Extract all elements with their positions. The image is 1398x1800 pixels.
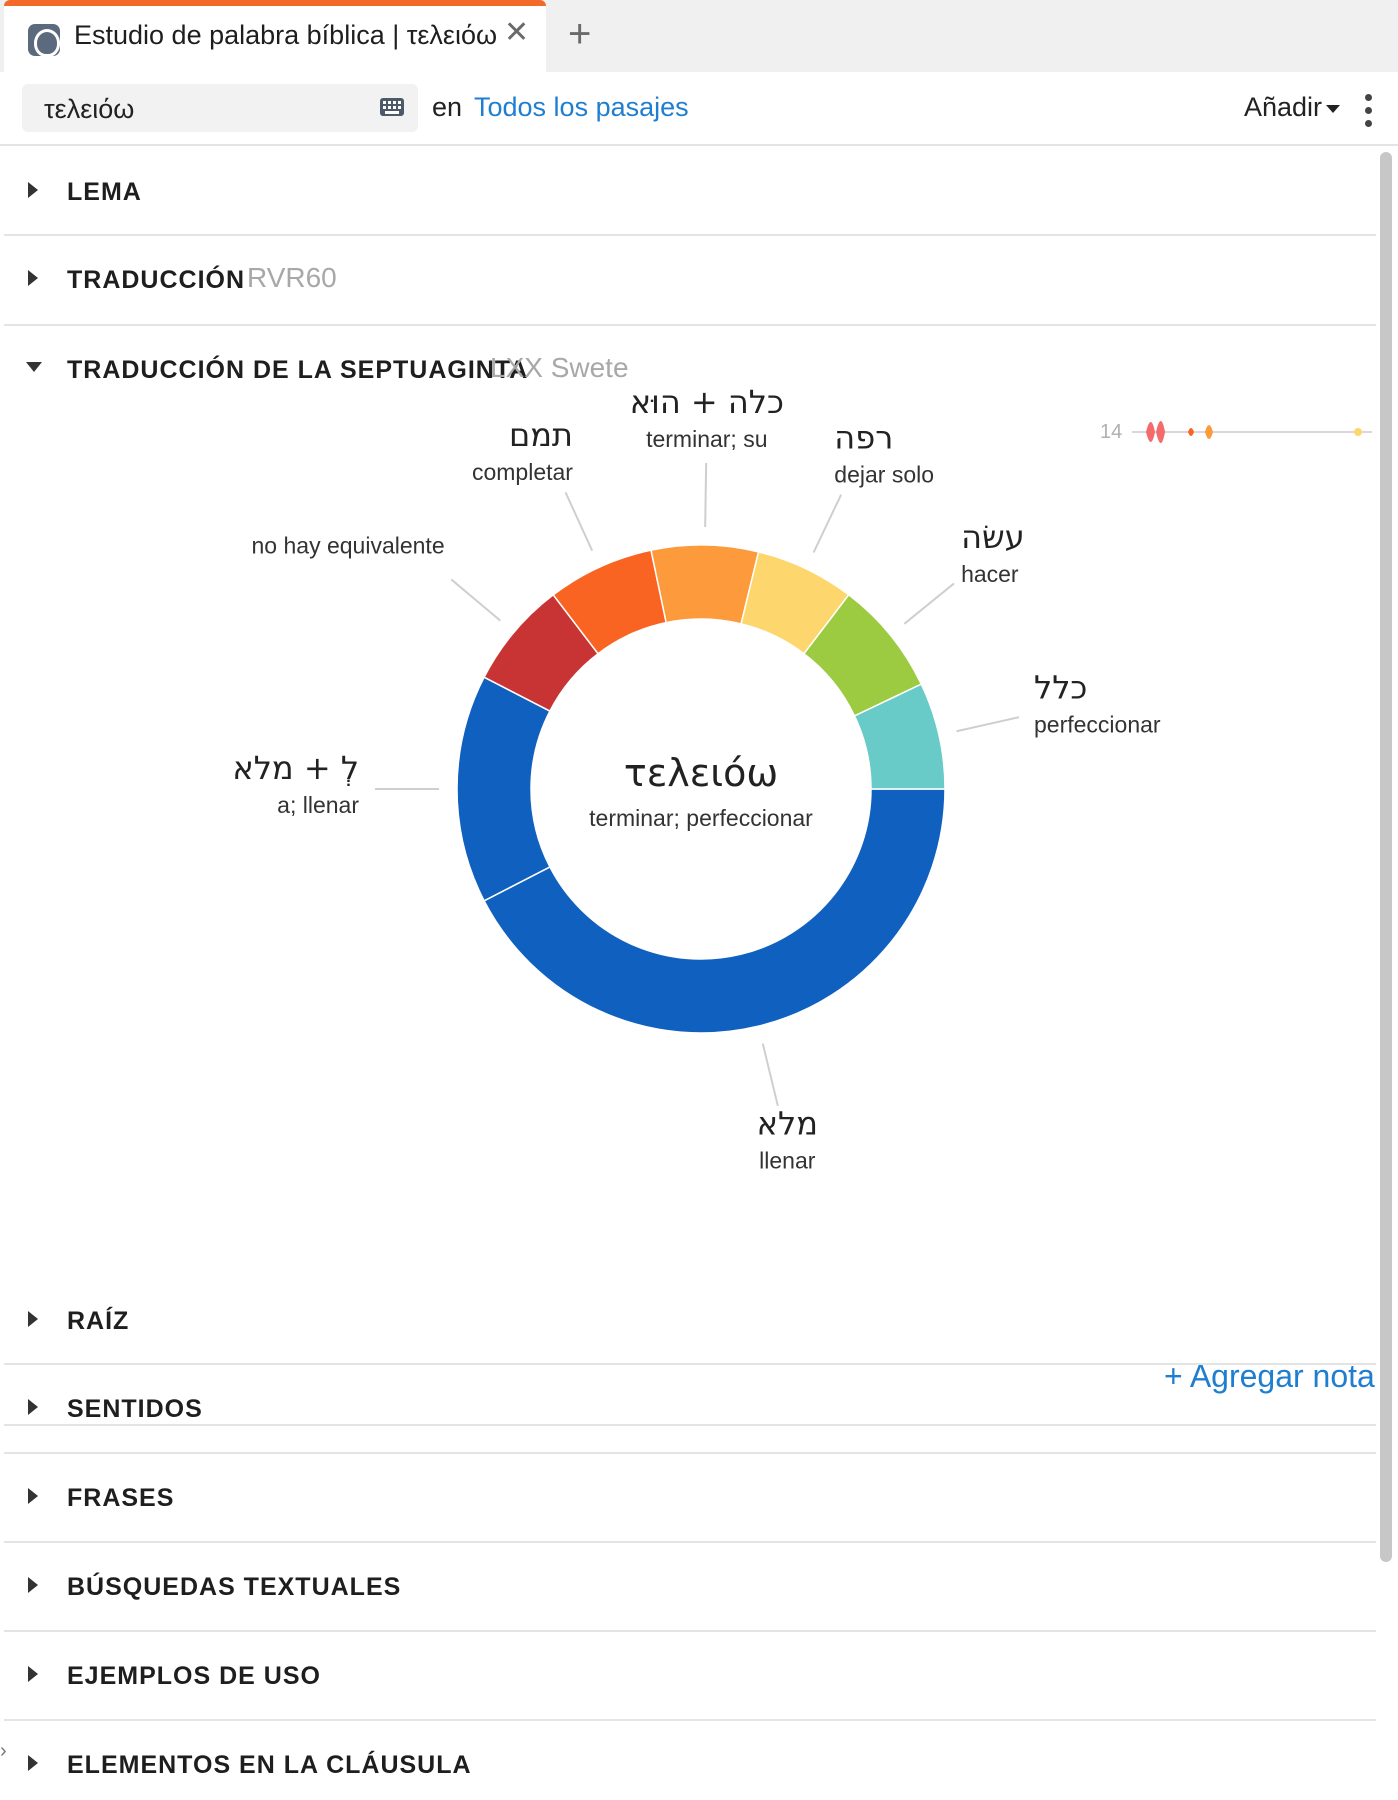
- slice-leader-line: [704, 463, 708, 528]
- more-options-icon[interactable]: [1364, 94, 1372, 128]
- active-tab[interactable]: Estudio de palabra bíblica | τελειόω ✕: [4, 0, 546, 72]
- septuagint-donut-chart: 14 מלא llenar לְ + מלא a; llenar no hay equi…: [232, 383, 1372, 1174]
- slice-gloss-label: perfeccionar: [1034, 711, 1161, 737]
- mini-timeline-peak: [1146, 422, 1155, 442]
- section-frases[interactable]: FRASES: [4, 1454, 1376, 1543]
- expand-arrow-icon: [28, 182, 38, 198]
- slice-gloss-label: hacer: [961, 561, 1019, 587]
- section-ejemplos[interactable]: EJEMPLOS DE USO: [4, 1632, 1376, 1721]
- section-septuaginta: TRADUCCIÓN DE LA SEPTUAGINTA LXX Swete 1…: [4, 326, 1376, 1426]
- center-word: τελειόω: [624, 751, 778, 795]
- mini-timeline-point: [1354, 428, 1362, 436]
- expand-arrow-icon: [28, 1577, 38, 1593]
- slice-gloss-label: a; llenar: [277, 792, 359, 818]
- section-title: SENTIDOS: [67, 1395, 203, 1423]
- word-study-icon: [28, 24, 60, 57]
- section-busquedas[interactable]: BÚSQUEDAS TEXTUALES: [4, 1543, 1376, 1632]
- section-lema[interactable]: LEMA: [4, 146, 1376, 236]
- section-raiz[interactable]: RAÍZ: [4, 1275, 1376, 1365]
- mini-timeline-peak: [1156, 421, 1165, 443]
- slice-leader-line: [903, 582, 955, 625]
- vertical-scrollbar[interactable]: [1378, 150, 1394, 1800]
- expand-arrow-icon: [28, 1399, 38, 1415]
- add-menu-button[interactable]: Añadir: [1244, 92, 1341, 123]
- expand-arrow-icon: [28, 1311, 38, 1327]
- passages-scope-link[interactable]: Todos los pasajes: [474, 92, 689, 123]
- expand-arrow-icon: [28, 270, 38, 286]
- caret-down-icon: [1326, 104, 1341, 113]
- slice-word-label: תמם: [509, 416, 573, 454]
- content-panel: LEMA TRADUCCIÓN RVR60 TRADUCCIÓN DE LA S…: [4, 146, 1376, 1800]
- slice-gloss-label: terminar; su: [646, 426, 767, 452]
- slice-gloss-label: dejar solo: [834, 462, 934, 488]
- donut-slice[interactable]: [650, 544, 760, 625]
- section-title: BÚSQUEDAS TEXTUALES: [67, 1573, 402, 1601]
- expand-arrow-icon: [28, 1666, 38, 1682]
- slice-leader-line: [450, 578, 501, 622]
- search-input[interactable]: τελειόω: [22, 84, 418, 132]
- mini-timeline-label: 14: [1100, 421, 1122, 443]
- slice-gloss-label: completar: [472, 459, 573, 485]
- keyboard-icon[interactable]: [380, 98, 404, 116]
- center-gloss: terminar; perfeccionar: [589, 805, 813, 831]
- slice-leader-line: [564, 492, 594, 552]
- search-value: τελειόω: [44, 94, 135, 124]
- section-sentidos[interactable]: SENTIDOS: [4, 1365, 1376, 1454]
- slice-gloss-label: llenar: [759, 1148, 816, 1174]
- translation-version[interactable]: RVR60: [247, 262, 337, 294]
- tab-title: Estudio de palabra bíblica | τελειόω: [74, 20, 498, 50]
- new-tab-icon[interactable]: +: [568, 14, 591, 54]
- chevron-right-icon[interactable]: ›: [0, 1740, 7, 1763]
- add-menu-label: Añadir: [1244, 92, 1323, 122]
- slice-word-label: עשׂה: [961, 518, 1025, 556]
- search-row: τελειόω en Todos los pasajes Añadir: [0, 72, 1398, 146]
- section-title: TRADUCCIÓN: [67, 266, 246, 294]
- slice-leader-line: [761, 1043, 779, 1107]
- slice-word-label: כלל: [1034, 668, 1087, 706]
- expand-arrow-icon: [28, 1755, 38, 1771]
- slice-leader-line: [812, 494, 843, 553]
- slice-gloss-label: no hay equivalente: [252, 533, 445, 559]
- in-label: en: [432, 92, 463, 122]
- section-title: LEMA: [67, 178, 142, 206]
- mini-timeline-peak: [1205, 425, 1213, 439]
- slice-word-label: לְ + מלא: [232, 749, 359, 787]
- slice-leader-line: [956, 716, 1020, 733]
- mini-timeline-peak: [1188, 428, 1194, 436]
- section-elementos[interactable]: ELEMENTOS EN LA CLÁUSULA: [4, 1721, 1376, 1800]
- tab-bar: Estudio de palabra bíblica | τελειόω ✕ +: [0, 0, 1398, 72]
- close-tab-icon[interactable]: ✕: [504, 18, 529, 48]
- slice-word-label: מלא: [757, 1105, 818, 1143]
- section-title: FRASES: [67, 1484, 175, 1512]
- section-title: ELEMENTOS EN LA CLÁUSULA: [67, 1751, 472, 1779]
- slice-word-label: רפה: [834, 419, 893, 457]
- donut-slice[interactable]: [456, 676, 551, 902]
- section-title: RAÍZ: [67, 1307, 130, 1335]
- scrollbar-thumb[interactable]: [1380, 152, 1392, 1562]
- slice-word-label: כלה + הוּא: [630, 383, 784, 421]
- mini-timeline[interactable]: 14: [1100, 421, 1372, 443]
- section-traduccion[interactable]: TRADUCCIÓN RVR60: [4, 236, 1376, 326]
- section-title: EJEMPLOS DE USO: [67, 1662, 321, 1690]
- expand-arrow-icon: [28, 1488, 38, 1504]
